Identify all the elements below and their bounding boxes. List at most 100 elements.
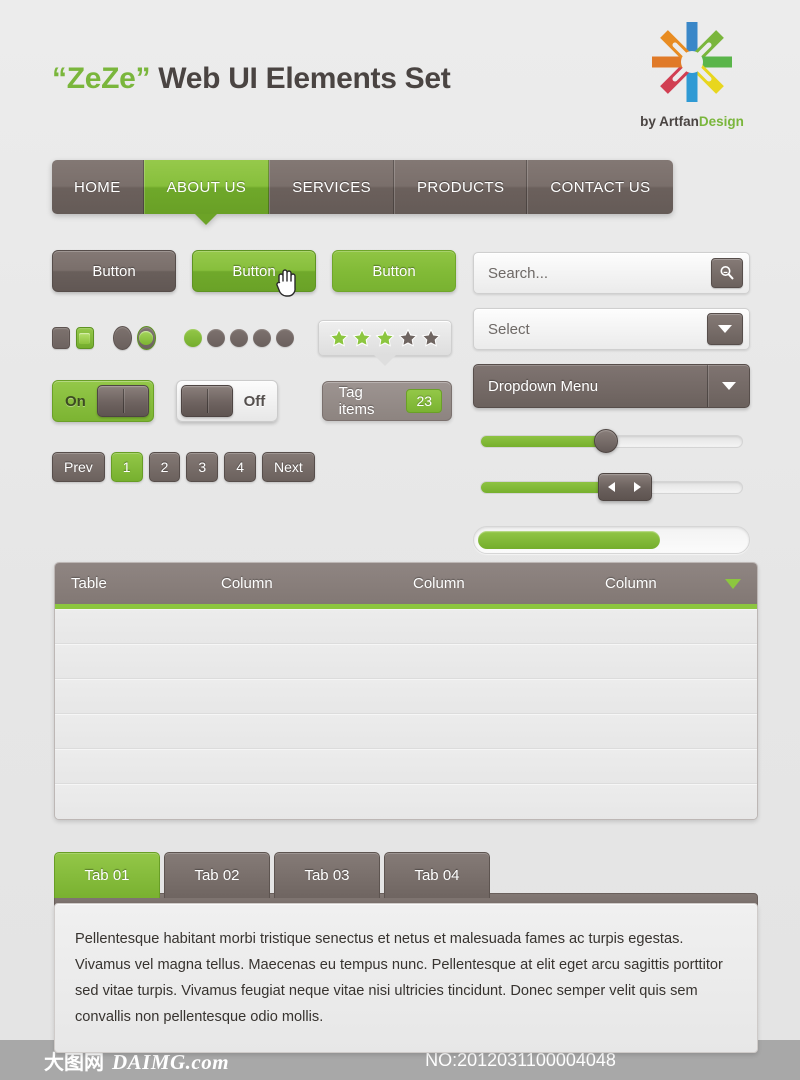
- toggle-off-knob[interactable]: [181, 385, 234, 417]
- nav-item-about-us[interactable]: ABOUT US: [143, 160, 270, 225]
- table-row[interactable]: [55, 644, 757, 679]
- star-icon[interactable]: [329, 328, 349, 348]
- pagination-page-3[interactable]: 3: [186, 452, 219, 482]
- tag-items-badge[interactable]: Tag items 23: [321, 381, 453, 421]
- nav-item-services[interactable]: SERVICES: [269, 160, 395, 214]
- table-header-row: Table Column Column Column: [55, 563, 757, 609]
- radio-dot-icon: [139, 331, 154, 345]
- search-button[interactable]: [711, 258, 743, 288]
- checkbox-check-mark-icon: [79, 332, 91, 344]
- star-rating[interactable]: [317, 320, 452, 366]
- table-row[interactable]: [55, 749, 757, 784]
- dot-1[interactable]: [184, 329, 203, 347]
- page-header: “ZeZe” Web UI Elements Set by ArtfanDesi…: [0, 0, 800, 150]
- search-icon: [720, 266, 734, 280]
- dot-4[interactable]: [253, 329, 272, 347]
- table-header-column-3[interactable]: Column: [605, 575, 657, 592]
- star-icon[interactable]: [398, 328, 418, 348]
- toggle-on[interactable]: On: [52, 380, 154, 422]
- tab-03[interactable]: Tab 03: [274, 852, 380, 898]
- tabs-widget: Tab 01 Tab 02 Tab 03 Tab 04 Pellentesque…: [54, 852, 758, 1053]
- pagination: Prev 1 2 3 4 Next: [52, 452, 452, 482]
- table-header-table[interactable]: Table: [71, 575, 221, 592]
- nav-item-home[interactable]: HOME: [52, 160, 144, 214]
- page-title: “ZeZe” Web UI Elements Set: [52, 62, 451, 96]
- pagination-page-2[interactable]: 2: [148, 452, 181, 482]
- button-green[interactable]: Button: [332, 250, 456, 292]
- dot-3[interactable]: [230, 329, 249, 347]
- data-table: Table Column Column Column: [54, 562, 758, 820]
- tab-04[interactable]: Tab 04: [384, 852, 490, 898]
- slider-round-handle[interactable]: [594, 429, 619, 453]
- radio-unchecked[interactable]: [112, 326, 132, 350]
- slider-arrows-handle[interactable]: [597, 473, 652, 501]
- ui-kit-page: “ZeZe” Web UI Elements Set by ArtfanDesi…: [0, 0, 800, 1053]
- dot-2[interactable]: [207, 329, 226, 347]
- chevron-down-icon: [721, 382, 736, 390]
- pagination-next[interactable]: Next: [261, 452, 315, 482]
- sort-descending-icon[interactable]: [725, 578, 741, 589]
- toggle-off-label: Off: [243, 392, 266, 410]
- table-header-column-1[interactable]: Column: [221, 575, 413, 592]
- dot-5[interactable]: [276, 329, 295, 347]
- star-icon[interactable]: [375, 328, 395, 348]
- tab-panel: Pellentesque habitant morbi tristique se…: [54, 903, 758, 1053]
- dropdown-menu-value: Dropdown Menu: [488, 377, 599, 395]
- pagination-page-4[interactable]: 4: [224, 452, 256, 482]
- arrow-left-icon[interactable]: [608, 482, 616, 492]
- page-title-accent: “ZeZe”: [52, 62, 151, 95]
- progress-bar: [473, 526, 750, 554]
- button-gray[interactable]: Button: [52, 250, 176, 292]
- chevron-down-icon: [718, 325, 732, 333]
- button-row: Button Button Button: [52, 250, 456, 297]
- tag-items-label: Tag items: [338, 384, 375, 418]
- toggle-on-knob[interactable]: [96, 385, 149, 417]
- dropdown-menu-arrow-button[interactable]: [707, 365, 749, 407]
- search-input[interactable]: Search...: [488, 265, 711, 282]
- nav-item-contact-us[interactable]: CONTACT US: [527, 160, 673, 214]
- arrow-right-icon[interactable]: [634, 482, 642, 492]
- tab-bar: Tab 01 Tab 02 Tab 03 Tab 04: [54, 852, 758, 898]
- controls-row: [52, 318, 452, 366]
- table-row[interactable]: [55, 609, 757, 644]
- checkbox-unchecked[interactable]: [52, 327, 70, 349]
- brand-text: by ArtfanDesign: [632, 114, 752, 129]
- radio-checked[interactable]: [136, 326, 157, 350]
- progress-bar-fill: [478, 531, 660, 549]
- select-value: Select: [488, 320, 530, 338]
- toggle-row: On Off Tag items 23: [52, 380, 453, 422]
- button-green-hover[interactable]: Button: [192, 250, 316, 292]
- table-row[interactable]: [55, 784, 757, 819]
- brand-block: by ArtfanDesign: [632, 16, 752, 129]
- table-header-column-2[interactable]: Column: [413, 575, 605, 592]
- checkbox-checked[interactable]: [76, 327, 94, 349]
- brand-prefix: by Artfan: [640, 114, 699, 129]
- pagination-page-1[interactable]: 1: [110, 452, 143, 482]
- slider-arrows[interactable]: [473, 473, 750, 501]
- tab-02[interactable]: Tab 02: [164, 852, 270, 898]
- star-icon[interactable]: [352, 328, 372, 348]
- star-icon[interactable]: [421, 328, 441, 348]
- dot-pagination: [184, 329, 295, 347]
- nav-item-products[interactable]: PRODUCTS: [394, 160, 528, 214]
- button-green-hover-wrap: Button: [192, 250, 316, 297]
- slider-round-fill: [481, 436, 607, 447]
- table-row[interactable]: [55, 714, 757, 749]
- toggle-off[interactable]: Off: [176, 380, 279, 422]
- main-navigation: HOME ABOUT US SERVICES PRODUCTS CONTACT …: [52, 160, 673, 225]
- starburst-logo-icon: [632, 16, 752, 112]
- tab-panel-text: Pellentesque habitant morbi tristique se…: [75, 931, 723, 1025]
- tag-items-count: 23: [406, 389, 443, 413]
- right-column: Search... Select Dropdown Menu: [473, 252, 750, 554]
- toggle-on-label: On: [65, 392, 86, 410]
- select-field[interactable]: Select: [473, 308, 750, 350]
- left-column: Button Button Button On Off Tag items 23…: [52, 250, 456, 482]
- brand-accent: Design: [698, 114, 744, 129]
- table-row[interactable]: [55, 679, 757, 714]
- select-dropdown-button[interactable]: [707, 313, 743, 345]
- dropdown-menu[interactable]: Dropdown Menu: [473, 364, 750, 408]
- slider-round[interactable]: [473, 429, 750, 453]
- pagination-prev[interactable]: Prev: [52, 452, 105, 482]
- tab-01[interactable]: Tab 01: [54, 852, 160, 898]
- search-field[interactable]: Search...: [473, 252, 750, 294]
